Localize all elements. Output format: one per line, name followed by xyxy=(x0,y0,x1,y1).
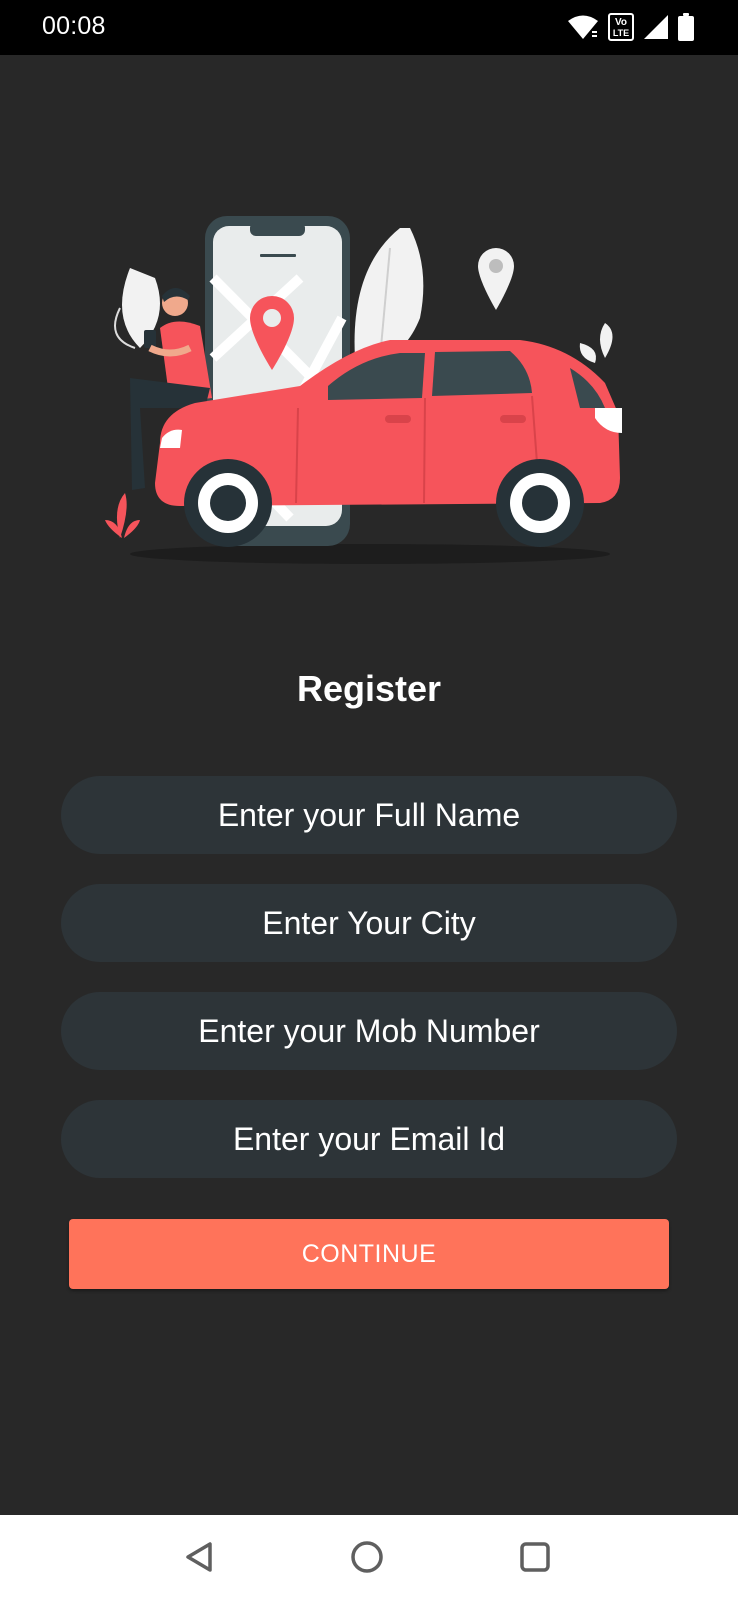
volte-text-bottom: LTE xyxy=(613,28,629,38)
status-icons: Vo LTE xyxy=(567,13,694,46)
volte-text-top: Vo xyxy=(615,17,627,28)
page-title: Register xyxy=(296,668,442,709)
back-button[interactable] xyxy=(177,1535,221,1579)
status-bar: 00:08 Vo LTE xyxy=(0,0,738,55)
volte-icon: Vo LTE xyxy=(608,13,634,46)
register-screen: 00:08 Vo LTE Register Enter your Full Na… xyxy=(0,0,738,1600)
battery-icon xyxy=(678,13,694,46)
full-name-field[interactable]: Enter your Full Name xyxy=(61,776,677,854)
city-field[interactable]: Enter Your City xyxy=(61,884,677,962)
email-field[interactable]: Enter your Email Id xyxy=(61,1100,677,1178)
signal-icon xyxy=(643,14,669,45)
recents-icon xyxy=(520,1542,550,1572)
wifi-icon xyxy=(567,14,599,45)
navigation-bar xyxy=(0,1515,738,1600)
home-icon xyxy=(351,1541,383,1573)
back-icon xyxy=(186,1542,212,1572)
home-button[interactable] xyxy=(345,1535,389,1579)
car-booking-illustration xyxy=(100,208,640,578)
recents-button[interactable] xyxy=(513,1535,557,1579)
continue-button[interactable]: CONTINUE xyxy=(69,1219,669,1289)
mobile-number-field[interactable]: Enter your Mob Number xyxy=(61,992,677,1070)
status-time: 00:08 xyxy=(42,12,106,40)
